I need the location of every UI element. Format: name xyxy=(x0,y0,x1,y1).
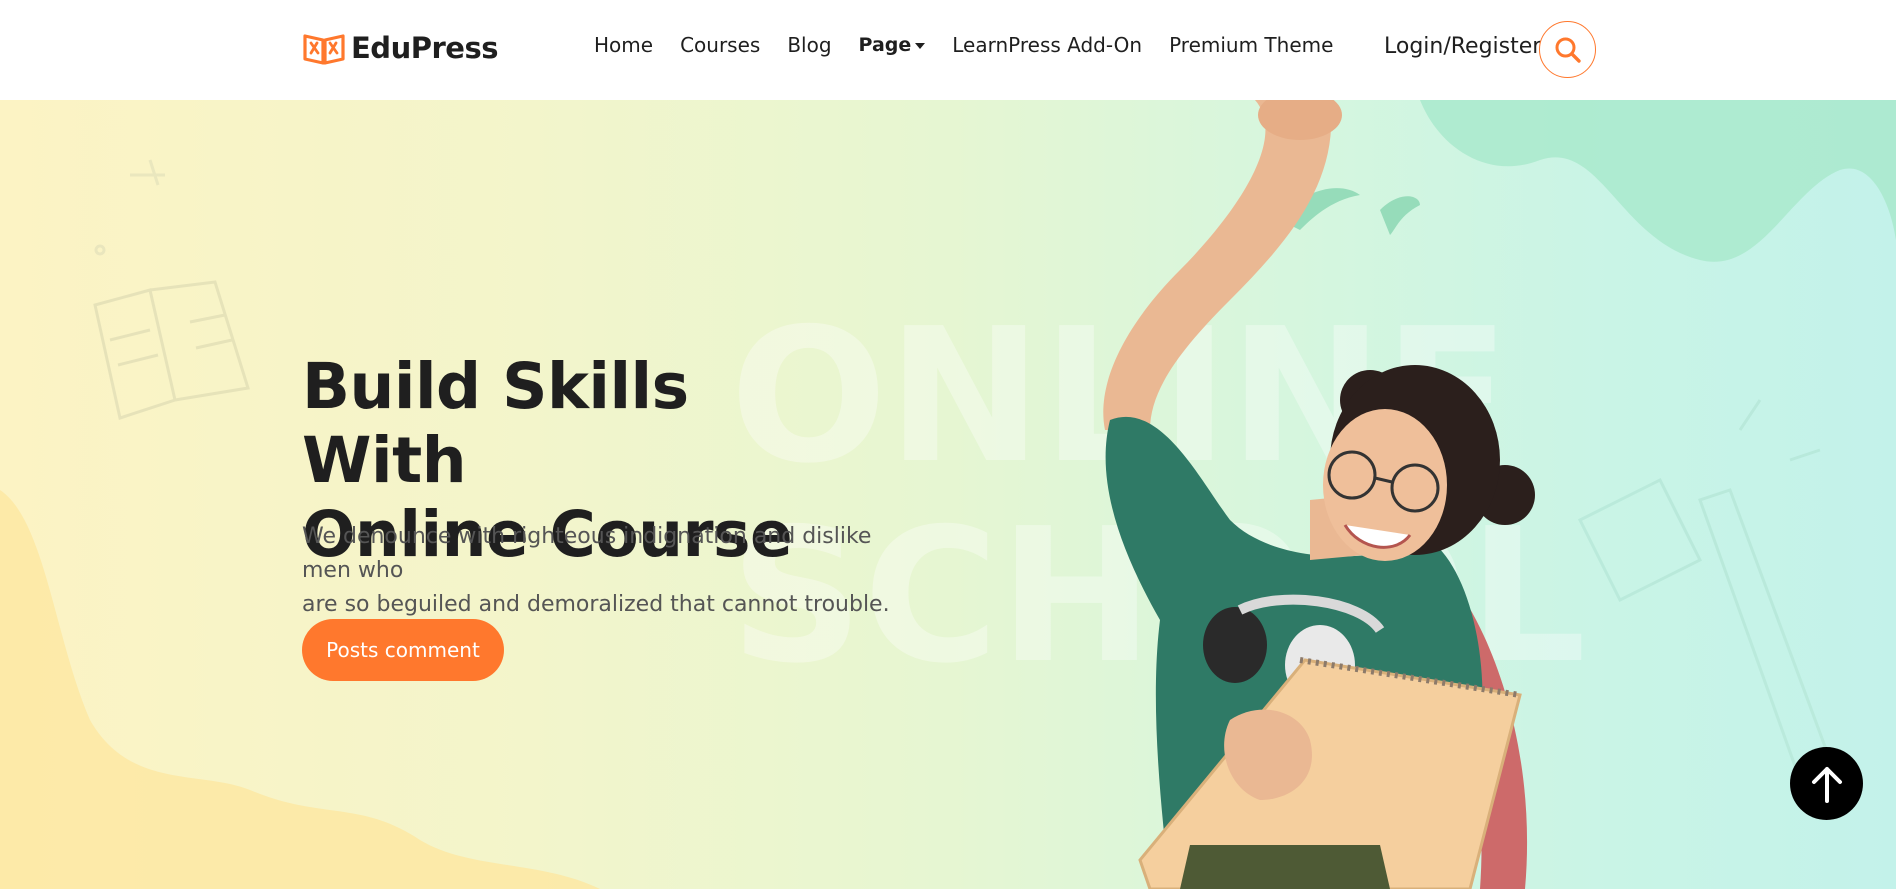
teal-blob-shape xyxy=(1420,100,1896,262)
hero-title-line1: Build Skills With xyxy=(302,350,689,497)
nav-item-page-label: Page xyxy=(858,34,912,56)
arrow-up-icon xyxy=(1811,766,1842,803)
brand-name: EduPress xyxy=(351,31,498,65)
main-nav: Home Courses Blog Page LearnPress Add-On… xyxy=(594,33,1360,57)
doodle-sparkle-icon xyxy=(94,159,165,256)
nav-item-courses[interactable]: Courses xyxy=(680,33,760,57)
hero-description-line1: We denounce with righteous indignation a… xyxy=(302,524,872,583)
nav-item-premium-theme[interactable]: Premium Theme xyxy=(1169,33,1333,57)
hero-description: We denounce with righteous indignation a… xyxy=(302,520,912,622)
search-button[interactable] xyxy=(1539,21,1596,78)
search-icon xyxy=(1555,37,1581,63)
caret-down-icon xyxy=(915,43,926,49)
scroll-to-top-button[interactable] xyxy=(1790,747,1863,820)
nav-item-page[interactable]: Page xyxy=(859,34,926,56)
site-header: EduPress Home Courses Blog Page LearnPre… xyxy=(0,0,1896,100)
login-register-link[interactable]: Login/Register xyxy=(1384,34,1541,59)
hero-section: ONLINE SCHOOL xyxy=(0,100,1896,889)
posts-comment-button[interactable]: Posts comment xyxy=(302,619,504,681)
doodle-book-icon xyxy=(93,280,250,420)
nav-item-learnpress-addon[interactable]: LearnPress Add-On xyxy=(952,33,1142,57)
book-logo-icon xyxy=(303,34,345,65)
nav-item-blog[interactable]: Blog xyxy=(787,33,831,57)
brand-logo[interactable]: EduPress xyxy=(302,30,498,66)
hero-description-line2: are so beguiled and demoralized that can… xyxy=(302,592,890,617)
doodle-pencil-icon xyxy=(1577,399,1832,803)
hero-background: ONLINE SCHOOL xyxy=(0,100,1896,889)
nav-item-home[interactable]: Home xyxy=(594,33,653,57)
